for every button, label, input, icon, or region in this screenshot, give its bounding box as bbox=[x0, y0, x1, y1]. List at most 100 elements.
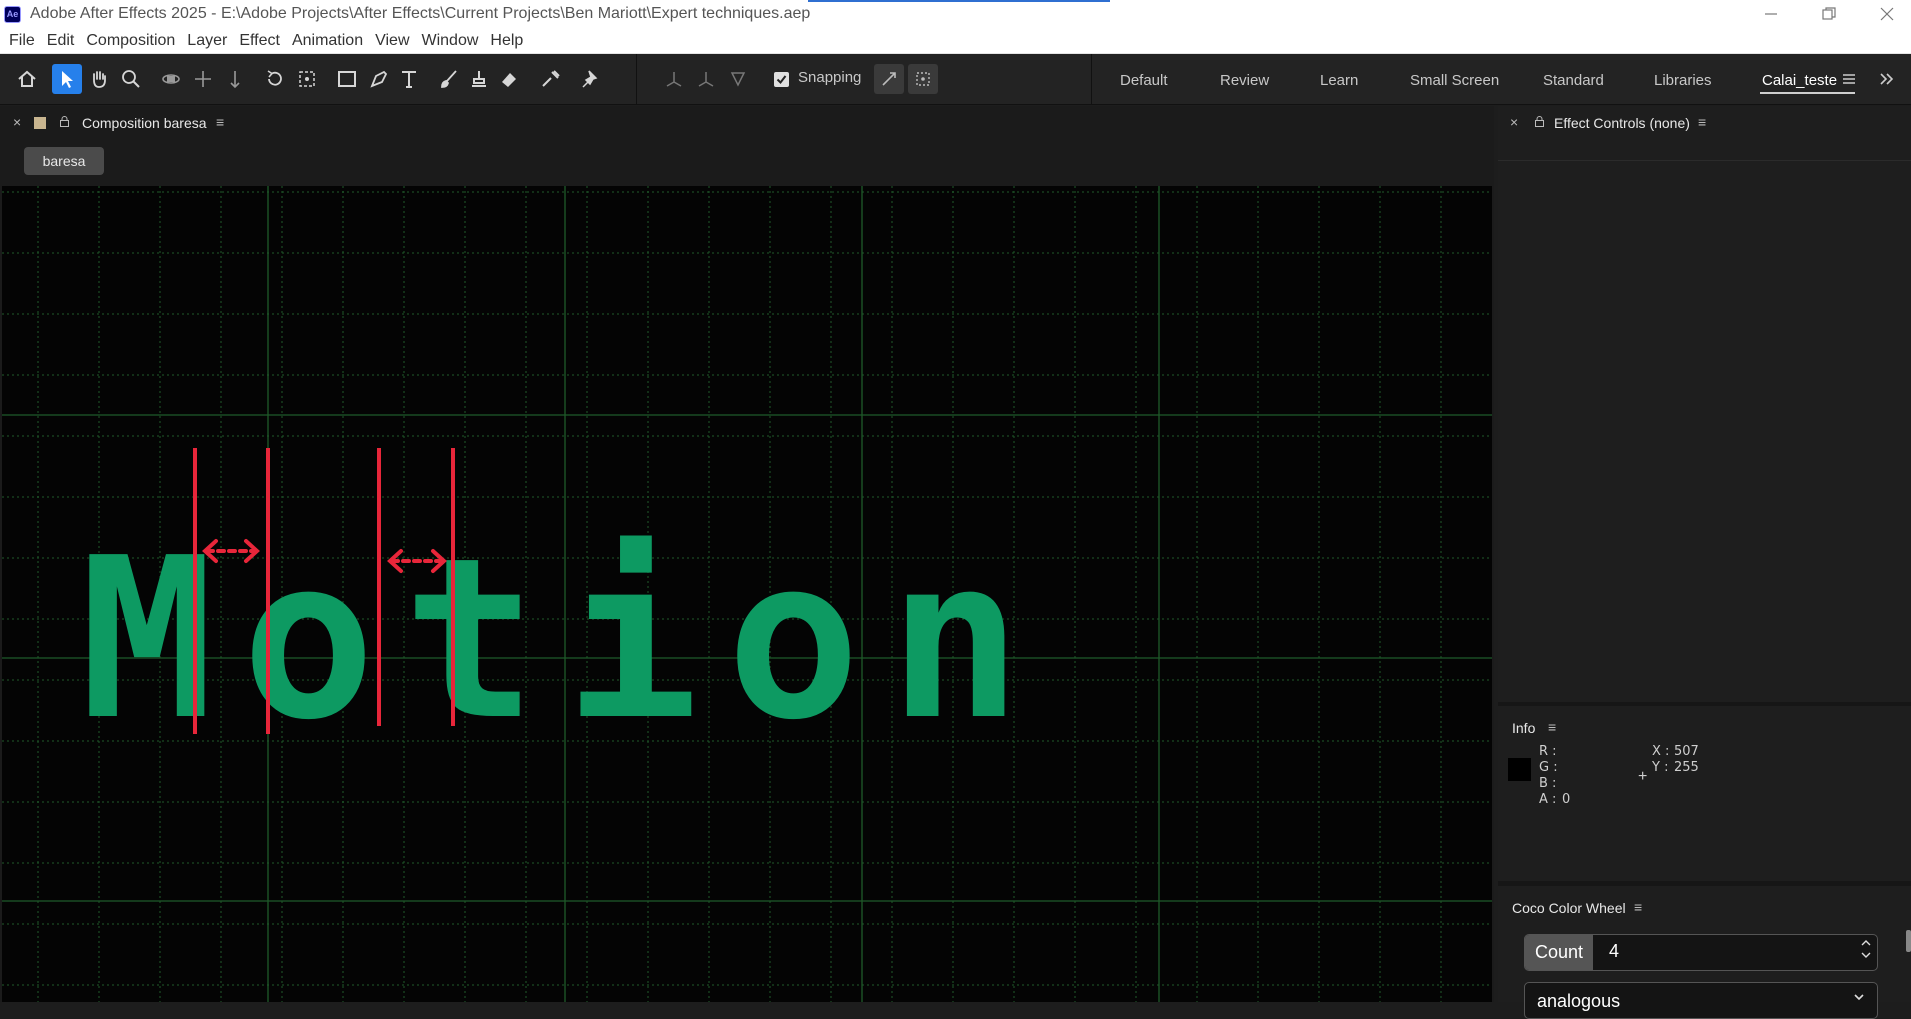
hand-icon bbox=[93, 71, 106, 88]
info-color-swatch bbox=[1508, 758, 1531, 781]
puppet-pin-tool[interactable] bbox=[576, 64, 606, 94]
checkmark-icon bbox=[776, 75, 787, 85]
eraser-icon bbox=[502, 73, 516, 87]
panel-menu-icon[interactable]: ≡ bbox=[216, 114, 224, 130]
info-r-label: R : bbox=[1539, 744, 1557, 759]
dolly-camera-tool[interactable] bbox=[220, 64, 250, 94]
double-chevron-right-icon bbox=[1880, 73, 1894, 85]
panel-menu-icon[interactable]: ≡ bbox=[1634, 899, 1642, 915]
close-icon bbox=[1880, 7, 1894, 21]
selection-icon bbox=[62, 71, 73, 88]
menu-window[interactable]: Window bbox=[416, 32, 485, 50]
more-workspaces-button[interactable] bbox=[1872, 64, 1902, 94]
workspace-learn[interactable]: Learn bbox=[1320, 72, 1358, 89]
panel-menu-icon[interactable]: ≡ bbox=[1548, 719, 1556, 735]
view-axis-button[interactable] bbox=[723, 64, 753, 94]
window-title: Adobe After Effects 2025 - E:\Adobe Proj… bbox=[30, 5, 811, 22]
local-axis-icon bbox=[666, 72, 682, 87]
restore-button[interactable] bbox=[1800, 0, 1858, 28]
world-axis-icon bbox=[698, 72, 714, 87]
rotation-icon bbox=[267, 70, 282, 86]
chevron-down-icon bbox=[1854, 994, 1864, 1001]
composition-panel: × Composition baresa ≡ baresa Motion bbox=[0, 106, 1494, 1002]
info-y-label: Y : bbox=[1652, 760, 1669, 775]
info-a-label: A : bbox=[1539, 792, 1557, 807]
brush-icon bbox=[441, 70, 457, 88]
lock-icon[interactable] bbox=[1535, 116, 1544, 127]
workspace-libraries[interactable]: Libraries bbox=[1654, 72, 1712, 89]
snapping-checkbox[interactable] bbox=[774, 72, 789, 87]
pen-tool[interactable] bbox=[364, 64, 394, 94]
brush-tool[interactable] bbox=[434, 64, 464, 94]
hamburger-icon bbox=[1843, 74, 1855, 84]
menu-animation[interactable]: Animation bbox=[286, 32, 369, 50]
composition-tab-baresa[interactable]: baresa bbox=[24, 147, 104, 175]
scheme-select[interactable]: analogous bbox=[1524, 982, 1878, 1019]
workspace-divider bbox=[1091, 54, 1092, 105]
count-stepper[interactable]: Count 4 bbox=[1524, 934, 1878, 971]
close-effect-controls-icon[interactable]: × bbox=[1510, 114, 1518, 130]
info-g-label: G : bbox=[1539, 760, 1558, 775]
effect-controls-title[interactable]: Effect Controls (none) bbox=[1554, 115, 1690, 131]
menu-file[interactable]: File bbox=[3, 32, 41, 50]
pan-camera-icon bbox=[195, 71, 211, 87]
type-tool[interactable] bbox=[394, 64, 424, 94]
minimize-button[interactable] bbox=[1742, 0, 1800, 28]
zoom-tool[interactable] bbox=[116, 64, 146, 94]
viewer-canvas: Motion bbox=[2, 186, 1492, 1002]
chevron-down-icon[interactable] bbox=[1861, 951, 1871, 959]
workspace-calai-teste[interactable]: Calai_teste bbox=[1762, 72, 1837, 89]
roto-brush-tool[interactable] bbox=[536, 64, 566, 94]
menu-layer[interactable]: Layer bbox=[181, 32, 233, 50]
home-button[interactable] bbox=[12, 64, 42, 94]
close-window-button[interactable] bbox=[1858, 0, 1911, 28]
home-icon bbox=[18, 70, 36, 87]
hand-tool[interactable] bbox=[84, 64, 114, 94]
coco-color-wheel-title: Coco Color Wheel bbox=[1512, 900, 1626, 916]
crosshair-icon: + bbox=[1638, 768, 1648, 785]
info-b-label: B : bbox=[1539, 776, 1557, 791]
menu-composition[interactable]: Composition bbox=[80, 32, 181, 50]
workspace-small-screen[interactable]: Small Screen bbox=[1410, 72, 1499, 89]
workspace-review[interactable]: Review bbox=[1220, 72, 1269, 89]
workspace-menu-button[interactable] bbox=[1834, 64, 1864, 94]
snap-features-button[interactable] bbox=[908, 64, 938, 94]
workspace-standard[interactable]: Standard bbox=[1543, 72, 1604, 89]
composition-panel-header: × Composition baresa ≡ bbox=[0, 106, 1494, 140]
count-spinner[interactable] bbox=[1861, 939, 1871, 963]
eraser-tool[interactable] bbox=[494, 64, 524, 94]
close-panel-icon[interactable]: × bbox=[13, 114, 21, 130]
pan-behind-tool[interactable] bbox=[292, 64, 322, 94]
info-x-value: 507 bbox=[1674, 744, 1699, 759]
right-panel-column: × Effect Controls (none) ≡ Info ≡ R : G … bbox=[1498, 106, 1911, 1019]
info-y-value: 255 bbox=[1674, 760, 1699, 775]
menu-effect[interactable]: Effect bbox=[233, 32, 286, 50]
panel-scrollbar[interactable] bbox=[1906, 930, 1911, 952]
info-a-value: 0 bbox=[1562, 792, 1571, 807]
toolbar-divider bbox=[636, 54, 637, 105]
rectangle-icon bbox=[338, 71, 356, 87]
panel-separator bbox=[1498, 160, 1911, 161]
view-axis-icon bbox=[730, 72, 746, 87]
local-axis-button[interactable] bbox=[659, 64, 689, 94]
workspace-default[interactable]: Default bbox=[1120, 72, 1168, 89]
snap-edges-button[interactable] bbox=[874, 64, 904, 94]
rectangle-tool[interactable] bbox=[332, 64, 362, 94]
lock-icon[interactable] bbox=[60, 116, 69, 127]
rotation-tool[interactable] bbox=[260, 64, 290, 94]
chevron-up-icon[interactable] bbox=[1861, 939, 1871, 947]
count-value[interactable]: 4 bbox=[1609, 941, 1619, 962]
world-axis-button[interactable] bbox=[691, 64, 721, 94]
menu-help[interactable]: Help bbox=[484, 32, 529, 50]
menu-view[interactable]: View bbox=[369, 32, 415, 50]
type-icon bbox=[402, 71, 416, 88]
panel-menu-icon[interactable]: ≡ bbox=[1698, 114, 1706, 130]
composition-panel-title[interactable]: Composition baresa bbox=[82, 115, 207, 131]
menu-edit[interactable]: Edit bbox=[41, 32, 81, 50]
clone-stamp-tool[interactable] bbox=[464, 64, 494, 94]
pan-camera-tool[interactable] bbox=[188, 64, 218, 94]
selection-tool[interactable] bbox=[52, 64, 82, 94]
orbit-camera-tool[interactable] bbox=[156, 64, 186, 94]
dolly-camera-icon bbox=[230, 71, 240, 89]
composition-viewer[interactable]: Motion bbox=[2, 186, 1492, 1002]
